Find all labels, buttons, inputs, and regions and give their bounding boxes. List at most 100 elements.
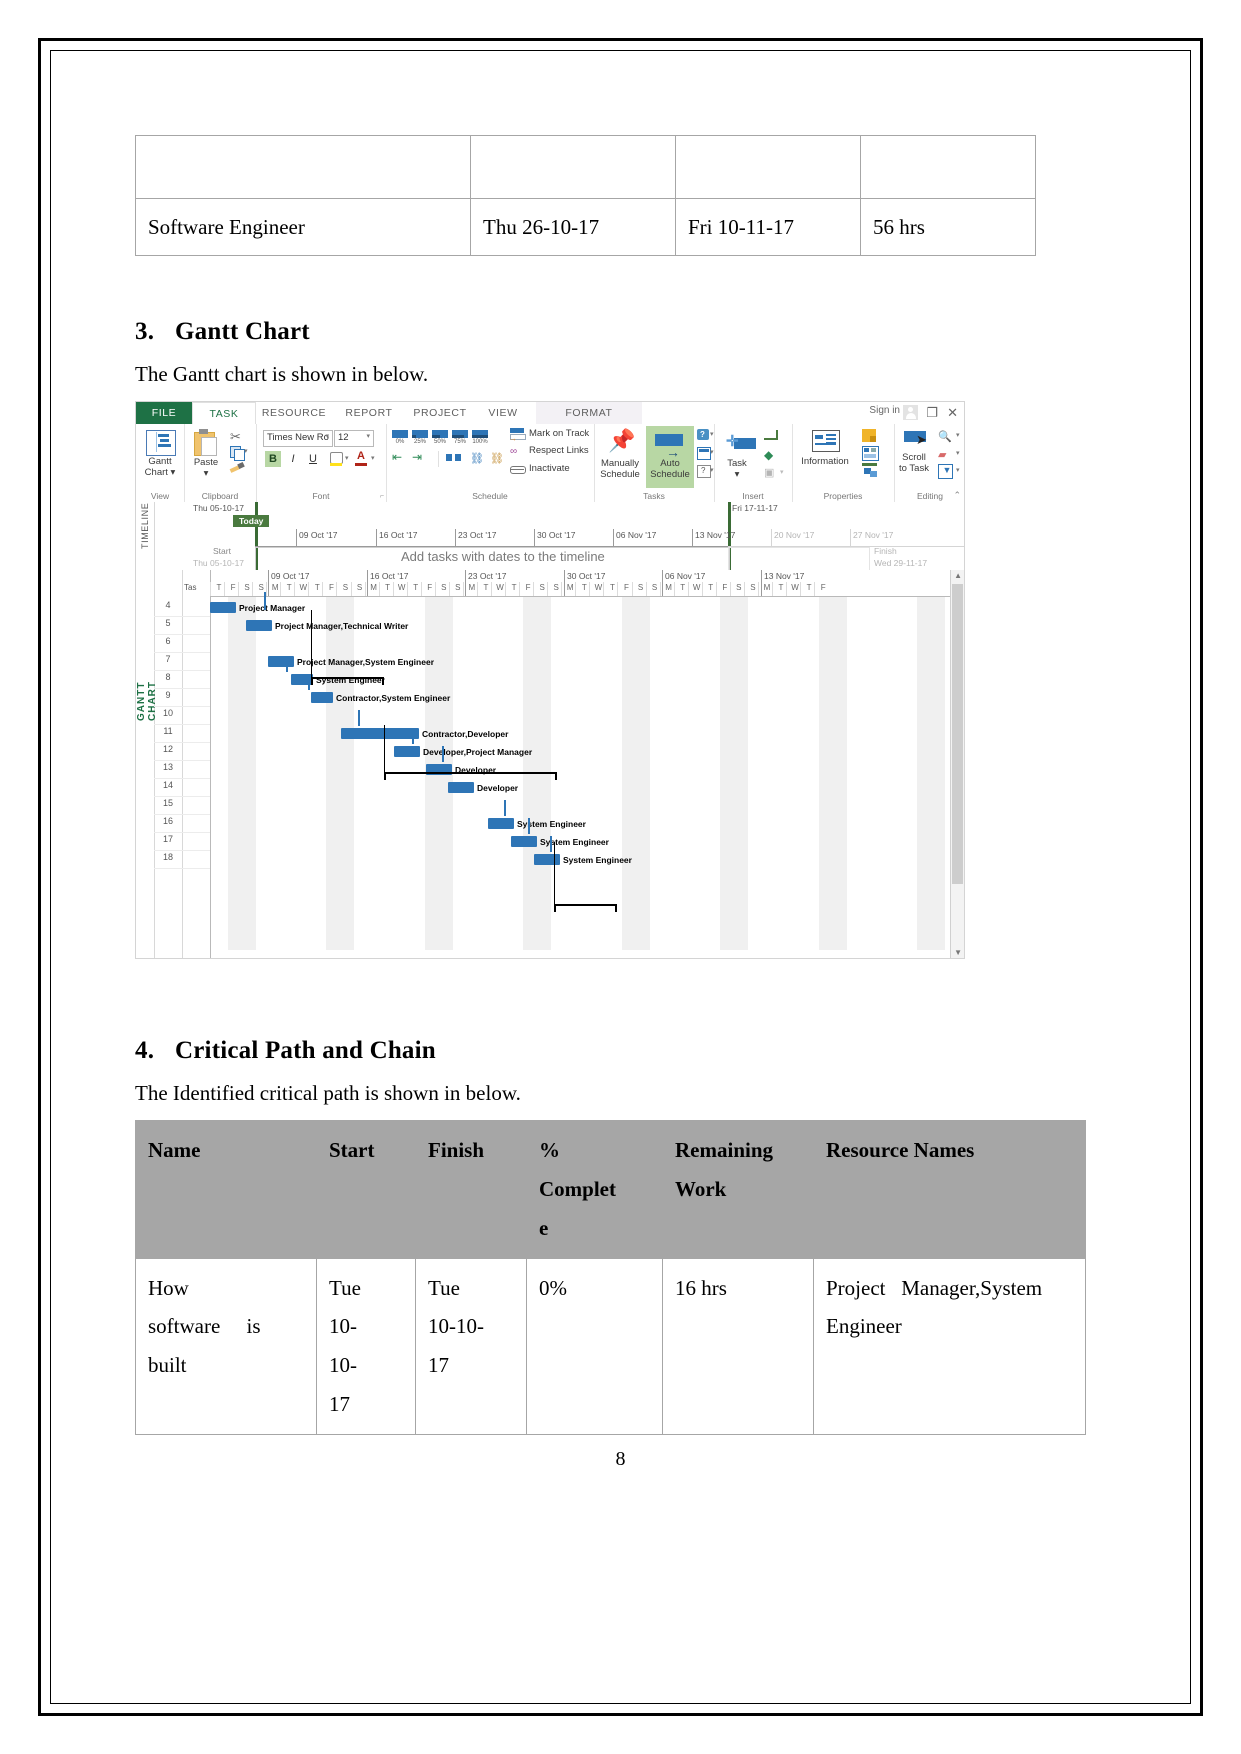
respect-links-label[interactable]: Respect Links <box>529 445 589 456</box>
gantt-task-bar[interactable] <box>511 836 537 847</box>
move-task-icon[interactable] <box>697 447 711 460</box>
chevron-down-icon[interactable]: ▾ <box>710 466 714 474</box>
information-button[interactable]: Information <box>792 456 858 467</box>
deliverable-icon[interactable]: ▣ <box>764 466 774 479</box>
gantt-week-label: 09 Oct '17 <box>271 571 310 581</box>
gantt-side-label: GANTT CHART <box>136 570 158 958</box>
tab-resource[interactable]: RESOURCE <box>254 402 334 424</box>
manually-schedule-pin-icon[interactable]: 📌 <box>608 430 635 452</box>
ribbon: Gantt Chart ▾ View Paste ▾ ✂ ▾ Clipboard… <box>136 424 964 503</box>
indent-task-icon[interactable]: ⇥ <box>412 450 422 464</box>
cell-resource-names: Project Manager,System Engineer <box>813 1257 1086 1435</box>
cut-scissors-icon[interactable]: ✂ <box>230 429 241 445</box>
pct-50-label: 50% <box>433 439 446 445</box>
details-icon[interactable] <box>862 446 879 461</box>
gantt-row-id: 18 <box>162 852 173 862</box>
tab-view[interactable]: VIEW <box>476 402 530 424</box>
section-4-heading: 4. Critical Path and Chain <box>135 1037 965 1065</box>
font-dialog-launcher-icon[interactable]: ⌐ <box>380 493 384 500</box>
scrollbar-thumb[interactable] <box>952 584 963 884</box>
account-avatar-icon[interactable] <box>903 405 918 420</box>
restore-window-icon[interactable]: ❐ <box>926 405 938 421</box>
chevron-down-icon[interactable]: ▾ <box>244 447 248 455</box>
cell-start: Tue 10- 10- 17 <box>316 1257 416 1435</box>
sign-in-link[interactable]: Sign in <box>869 405 900 416</box>
header-finish: Finish <box>415 1120 527 1259</box>
gantt-chart-icon[interactable] <box>146 430 176 456</box>
fill-down-icon[interactable]: ▼ <box>938 464 953 479</box>
scroll-down-arrow-icon[interactable]: ▼ <box>954 948 962 957</box>
task-information-icon[interactable] <box>812 430 840 452</box>
tab-file[interactable]: FILE <box>136 402 192 424</box>
pct-0-label: 0% <box>395 439 405 445</box>
gantt-day-tick <box>729 582 731 596</box>
gantt-week-label: 16 Oct '17 <box>370 571 409 581</box>
task-button[interactable]: Task ▾ <box>714 458 760 480</box>
gantt-task-bar[interactable] <box>341 728 419 739</box>
gantt-day-tick <box>350 582 352 596</box>
gantt-task-bar[interactable] <box>394 746 420 757</box>
close-window-icon[interactable]: ✕ <box>947 405 958 421</box>
collapse-ribbon-icon[interactable]: ⌃ <box>953 490 961 501</box>
clear-eraser-icon[interactable]: ▰ <box>938 448 946 461</box>
chevron-down-icon[interactable]: ▾ <box>956 431 960 439</box>
scroll-to-task-button[interactable]: Scroll to Task <box>894 452 934 474</box>
manually-schedule-button[interactable]: Manually Schedule <box>594 458 646 480</box>
font-name-combobox[interactable]: Times New Ro ▾ <box>263 430 333 447</box>
tab-report[interactable]: REPORT <box>334 402 404 424</box>
chevron-down-icon[interactable]: ▾ <box>780 468 784 476</box>
mode-task-icon[interactable]: ? <box>697 465 711 478</box>
gantt-task-bar[interactable] <box>268 656 294 667</box>
timeline-week-label: 06 Nov '17 <box>616 530 657 540</box>
font-name-value: Times New Ro <box>267 432 329 443</box>
chevron-down-icon[interactable]: ▾ <box>366 432 370 440</box>
auto-schedule-button[interactable]: → Auto Schedule <box>646 426 694 488</box>
gantt-task-bar[interactable] <box>311 692 333 703</box>
ms-project-screenshot: FILE TASK RESOURCE REPORT PROJECT VIEW F… <box>135 401 965 959</box>
chevron-down-icon[interactable]: ▾ <box>345 454 349 462</box>
timeline-pane: TIMELINE Thu 05-10-17 Fri 17-11-17 Today… <box>136 502 964 571</box>
paste-icon[interactable] <box>194 429 218 456</box>
chevron-down-icon[interactable]: ▾ <box>584 430 588 438</box>
font-size-combobox[interactable]: 12 ▾ <box>334 430 374 447</box>
chevron-down-icon[interactable]: ▾ <box>184 468 228 479</box>
underline-button[interactable]: U <box>305 451 321 467</box>
gantt-task-bar[interactable] <box>246 620 272 631</box>
milestone-icon[interactable]: ◆ <box>764 448 773 462</box>
unlink-tasks-icon[interactable]: ⛓ <box>490 452 504 465</box>
scroll-up-arrow-icon[interactable]: ▲ <box>954 571 962 580</box>
chevron-down-icon[interactable]: ▾ <box>714 469 760 480</box>
gantt-row-id: 12 <box>162 744 173 754</box>
inactivate-label[interactable]: Inactivate <box>529 463 570 474</box>
tab-task[interactable]: TASK <box>192 402 256 426</box>
chevron-down-icon[interactable]: ▾ <box>710 448 714 456</box>
chevron-down-icon[interactable]: ▾ <box>710 430 714 438</box>
italic-button[interactable]: I <box>285 451 301 467</box>
outdent-task-icon[interactable]: ⇤ <box>392 450 402 464</box>
gantt-task-bar[interactable] <box>488 818 514 829</box>
chevron-down-icon[interactable]: ▾ <box>956 466 960 474</box>
gantt-task-bar[interactable] <box>534 854 560 865</box>
paste-button[interactable]: Paste ▾ <box>184 457 228 479</box>
header-name: Name <box>135 1120 317 1259</box>
bold-button[interactable]: B <box>265 451 281 467</box>
notes-icon[interactable] <box>862 429 876 442</box>
tab-project[interactable]: PROJECT <box>404 402 476 424</box>
link-tasks-icon[interactable]: ⛓ <box>470 452 484 465</box>
gantt-chart-button[interactable]: Gantt Chart ▾ <box>136 456 184 478</box>
chevron-down-icon[interactable]: ▾ <box>171 467 176 478</box>
chevron-down-icon[interactable]: ▾ <box>371 454 375 462</box>
gantt-task-bar[interactable] <box>448 782 474 793</box>
tab-format[interactable]: FORMAT <box>536 402 642 424</box>
scroll-to-task-label-1: Scroll <box>902 452 926 463</box>
find-icon[interactable]: 🔍 <box>938 430 952 443</box>
respect-links-icon[interactable]: ∞ <box>510 446 517 457</box>
chevron-down-icon[interactable]: ▾ <box>325 432 329 440</box>
mark-on-track-label[interactable]: Mark on Track <box>529 428 589 439</box>
gantt-vertical-scrollbar[interactable]: ▲ ▼ <box>950 570 964 958</box>
chevron-down-icon[interactable]: ▾ <box>956 449 960 457</box>
gantt-task-bar[interactable] <box>210 602 236 613</box>
timeline-hint-text[interactable]: Add tasks with dates to the timeline <box>401 549 605 564</box>
font-color-icon[interactable]: A <box>355 451 367 466</box>
gantt-task-bar[interactable] <box>291 674 313 685</box>
